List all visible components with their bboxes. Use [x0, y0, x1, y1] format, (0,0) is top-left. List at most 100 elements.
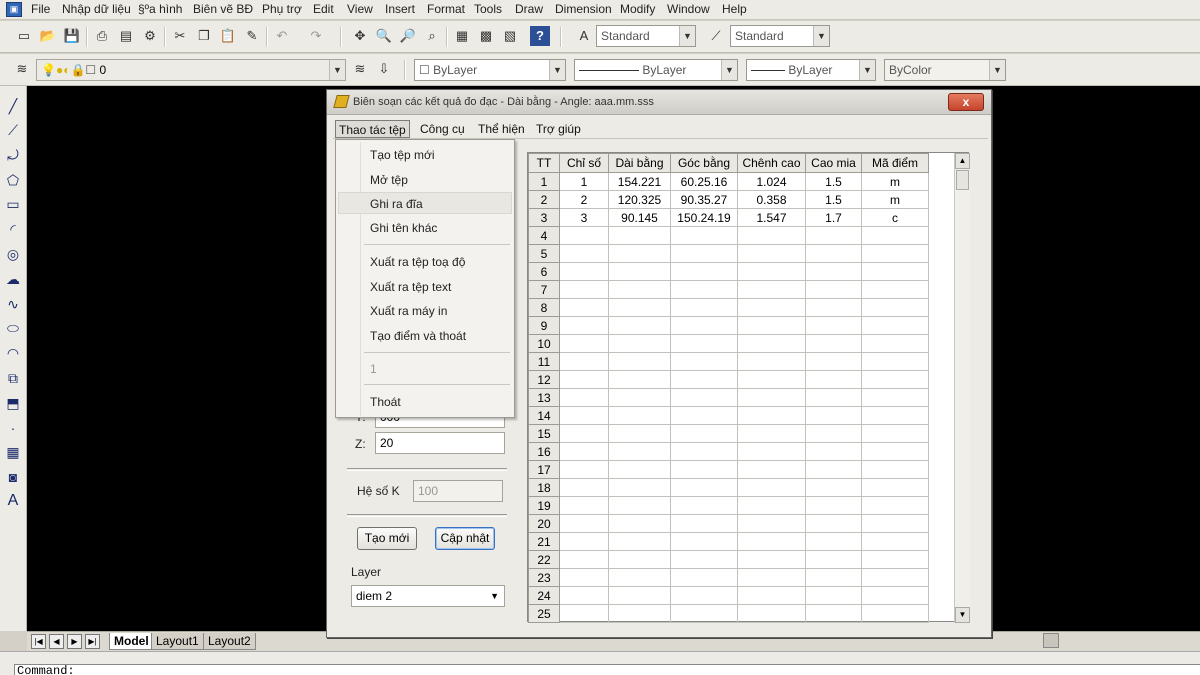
table-cell[interactable] — [805, 496, 862, 515]
ellipse-icon[interactable]: ⬭ — [3, 318, 23, 338]
table-cell[interactable]: 90.145 — [608, 208, 671, 227]
table-cell[interactable] — [805, 388, 862, 407]
table-cell[interactable]: 90.35.27 — [670, 190, 738, 209]
menu-modify[interactable]: Modify — [620, 2, 655, 16]
table-cell[interactable] — [608, 586, 671, 605]
row-number-cell[interactable]: 8 — [528, 298, 560, 317]
row-number-cell[interactable]: 17 — [528, 460, 560, 479]
table-cell[interactable] — [559, 550, 609, 569]
construction-line-icon[interactable]: ⟋ — [3, 120, 23, 140]
hatch-icon[interactable]: ▦ — [3, 442, 23, 462]
table-cell[interactable] — [737, 550, 806, 569]
save-icon[interactable]: 💾 — [62, 26, 82, 46]
table-cell[interactable] — [559, 514, 609, 533]
row-number-cell[interactable]: 19 — [528, 496, 560, 515]
table-cell[interactable] — [670, 568, 738, 587]
table-cell[interactable] — [670, 478, 738, 497]
menu-item-mo-tep[interactable]: Mở tệp — [370, 173, 408, 187]
table-cell[interactable] — [737, 568, 806, 587]
row-number-cell[interactable]: 1 — [528, 172, 560, 191]
table-cell[interactable] — [608, 424, 671, 443]
table-cell[interactable] — [737, 424, 806, 443]
table-cell[interactable] — [670, 604, 738, 623]
spline-icon[interactable]: ∿ — [3, 294, 23, 314]
table-cell[interactable] — [670, 298, 738, 317]
table-cell[interactable] — [737, 370, 806, 389]
menu-item-xuat-text[interactable]: Xuất ra tệp text — [370, 280, 451, 294]
print-icon[interactable]: ⎙ — [92, 26, 112, 46]
table-cell[interactable] — [805, 298, 862, 317]
menu-thao-tac-tep[interactable]: Thao tác tệp — [335, 120, 410, 138]
survey-data-grid[interactable]: TT Chỉ số Dài bằng Góc bằng Chênh cao Ca… — [527, 152, 970, 623]
table-cell[interactable] — [559, 280, 609, 299]
menu-insert[interactable]: Insert — [385, 2, 415, 16]
table-cell[interactable] — [670, 280, 738, 299]
table-cell[interactable] — [861, 226, 929, 245]
table-cell[interactable] — [559, 226, 609, 245]
rectangle-icon[interactable]: ▭ — [3, 194, 23, 214]
publish-icon[interactable]: ⚙ — [140, 26, 160, 46]
table-cell[interactable] — [670, 316, 738, 335]
row-number-cell[interactable]: 5 — [528, 244, 560, 263]
table-cell[interactable] — [559, 586, 609, 605]
grid-vertical-scrollbar[interactable]: ▲ ▼ — [954, 153, 970, 623]
row-number-cell[interactable]: 24 — [528, 586, 560, 605]
insert-block-icon[interactable]: ⧉ — [3, 368, 23, 388]
close-button[interactable]: x — [948, 93, 984, 111]
tool-palettes-icon[interactable]: ▧ — [500, 26, 520, 46]
table-cell[interactable] — [559, 352, 609, 371]
table-cell[interactable] — [737, 496, 806, 515]
table-cell[interactable] — [608, 334, 671, 353]
redo-icon[interactable]: ↷ — [306, 26, 326, 46]
table-cell[interactable] — [608, 262, 671, 281]
zoom-realtime-icon[interactable]: 🔍 — [374, 26, 394, 46]
table-cell[interactable] — [608, 478, 671, 497]
make-current-layer-icon[interactable]: ≋ — [350, 59, 370, 79]
row-number-cell[interactable]: 10 — [528, 334, 560, 353]
table-cell[interactable] — [805, 406, 862, 425]
table-cell[interactable] — [670, 550, 738, 569]
table-cell[interactable] — [805, 478, 862, 497]
menu-nhap-du-lieu[interactable]: Nhập dữ liệu — [62, 2, 131, 16]
header-tt[interactable]: TT — [528, 153, 560, 173]
row-number-cell[interactable]: 2 — [528, 190, 560, 209]
menu-tro-giup[interactable]: Trợ giúp — [533, 120, 584, 138]
table-cell[interactable] — [737, 586, 806, 605]
header-cao-mia[interactable]: Cao mia — [805, 153, 862, 173]
table-cell[interactable] — [861, 442, 929, 461]
table-cell[interactable] — [737, 514, 806, 533]
table-cell[interactable] — [805, 460, 862, 479]
table-cell[interactable] — [737, 226, 806, 245]
polyline-icon[interactable]: ⤾ — [3, 145, 23, 165]
header-chenh-cao[interactable]: Chênh cao — [737, 153, 806, 173]
table-cell[interactable] — [559, 334, 609, 353]
revision-cloud-icon[interactable]: ☁ — [3, 269, 23, 289]
table-cell[interactable] — [861, 298, 929, 317]
zoom-previous-icon[interactable]: ⌕ — [422, 26, 442, 46]
table-cell[interactable] — [805, 316, 862, 335]
menu-bien-ve-bd[interactable]: Biên vẽ BĐ — [193, 2, 253, 16]
circle-icon[interactable]: ◎ — [3, 244, 23, 264]
linetype-select[interactable]: ByLayer ▼ — [574, 59, 738, 81]
zoom-window-icon[interactable]: 🔎 — [398, 26, 418, 46]
lineweight-select[interactable]: ByLayer ▼ — [746, 59, 876, 81]
table-cell[interactable] — [670, 262, 738, 281]
table-cell[interactable] — [670, 334, 738, 353]
table-cell[interactable] — [608, 568, 671, 587]
table-cell[interactable] — [861, 424, 929, 443]
plot-preview-icon[interactable]: ▤ — [116, 26, 136, 46]
table-cell[interactable] — [805, 262, 862, 281]
table-cell[interactable] — [805, 604, 862, 623]
table-cell[interactable]: 60.25.16 — [670, 172, 738, 191]
table-cell[interactable] — [608, 604, 671, 623]
row-number-cell[interactable]: 15 — [528, 424, 560, 443]
table-cell[interactable] — [608, 298, 671, 317]
layer-select[interactable]: 💡●◐🔒☐ 0 ▼ — [36, 59, 346, 81]
table-cell[interactable] — [861, 586, 929, 605]
table-cell[interactable] — [559, 460, 609, 479]
k-factor-input[interactable]: 100 — [413, 480, 503, 502]
next-tab-icon[interactable]: ▶ — [67, 634, 82, 649]
table-cell[interactable] — [861, 370, 929, 389]
table-cell[interactable] — [559, 532, 609, 551]
table-cell[interactable] — [861, 514, 929, 533]
